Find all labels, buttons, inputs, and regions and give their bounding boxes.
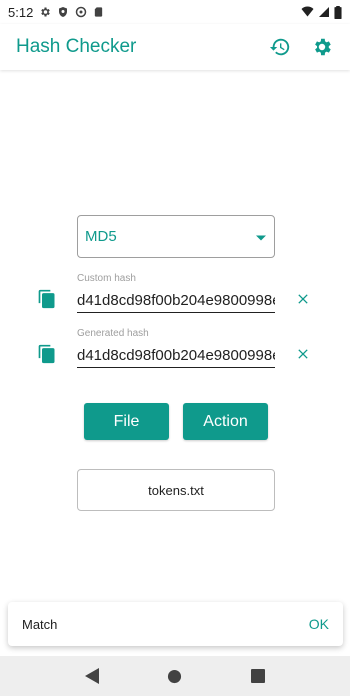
signal-icon [318,6,330,18]
file-button[interactable]: File [84,403,169,440]
custom-hash-input[interactable]: d41d8cd98f00b204e9800998ecf8427e [77,290,275,313]
custom-hash-row: Custom hash d41d8cd98f00b204e9800998ecf8… [0,270,350,313]
generated-hash-row: Generated hash d41d8cd98f00b204e9800998e… [0,325,350,368]
selected-file-box[interactable]: tokens.txt [77,469,275,511]
battery-icon [334,5,342,19]
action-button[interactable]: Action [183,403,268,440]
app-actions [268,35,334,59]
gear-icon [39,6,51,18]
clear-generated-hash-icon[interactable] [295,346,311,367]
clear-custom-hash-icon[interactable] [295,291,311,312]
history-icon[interactable] [268,35,292,59]
status-time: 5:12 [8,4,34,20]
snackbar-message: Match [22,616,58,632]
status-left: 5:12 [8,5,104,20]
navigation-bar [0,656,350,696]
snackbar: Match OK [8,602,343,646]
selected-file-name: tokens.txt [148,482,204,498]
copy-icon[interactable] [37,343,57,370]
shield-icon [57,6,69,18]
at-sign-icon [75,6,87,18]
hash-type-value: MD5 [85,228,117,245]
sd-card-icon [93,6,104,18]
snackbar-ok-button[interactable]: OK [309,616,329,632]
status-right [301,5,342,19]
custom-hash-label: Custom hash [77,273,136,284]
home-icon[interactable] [160,661,190,691]
recents-icon[interactable] [243,661,273,691]
wifi-icon [301,6,314,18]
back-icon[interactable] [77,661,107,691]
paste-icon[interactable] [37,288,57,315]
app-title: Hash Checker [16,36,137,57]
dropdown-arrow-icon [256,228,266,246]
hash-type-dropdown[interactable]: MD5 [77,215,275,258]
app-bar: Hash Checker [0,24,350,70]
status-bar: 5:12 [0,0,350,24]
settings-icon[interactable] [310,35,334,59]
generated-hash-label: Generated hash [77,328,149,339]
generated-hash-input[interactable]: d41d8cd98f00b204e9800998ecf8427e [77,345,275,368]
